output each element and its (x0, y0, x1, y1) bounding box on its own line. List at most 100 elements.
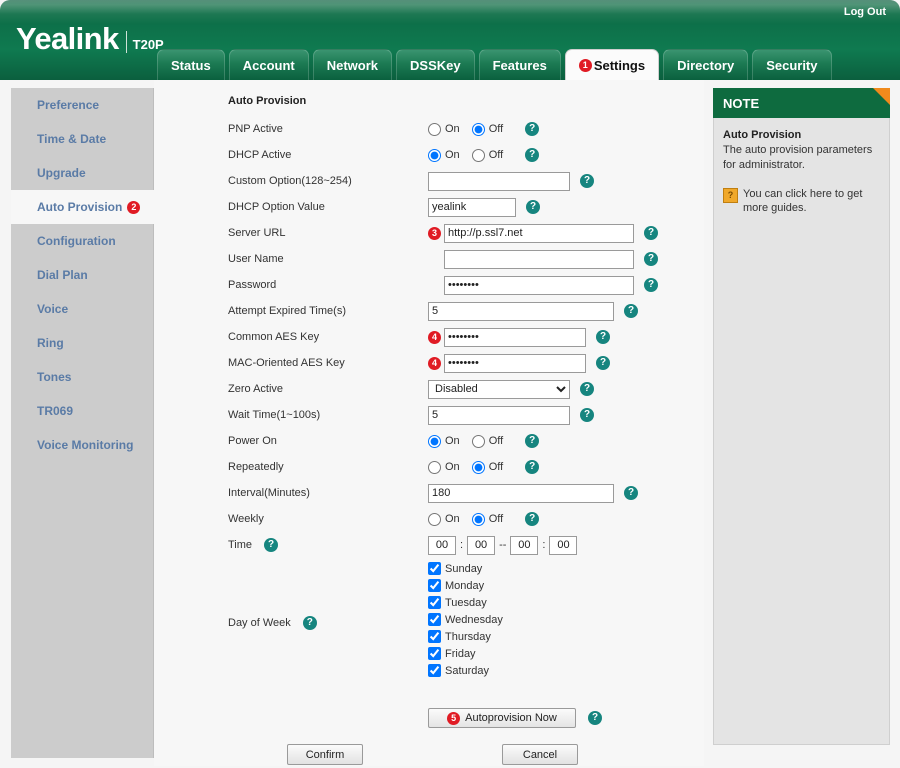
common-aes-key-input[interactable] (444, 327, 586, 347)
mac-aes-key-input[interactable] (444, 353, 586, 373)
logout-link[interactable]: Log Out (844, 6, 886, 18)
row-common-aes-key: Common AES Key 4 ? (154, 324, 704, 350)
question-icon[interactable]: ? (525, 460, 540, 474)
sidebar-item-ring[interactable]: Ring (11, 326, 153, 360)
radio-label-power-on-off[interactable]: Off (489, 435, 503, 447)
question-icon[interactable]: ? (644, 226, 658, 240)
time-start-hour-input[interactable] (428, 535, 456, 555)
question-icon[interactable]: ? (596, 330, 610, 344)
checkbox-label-monday[interactable]: Monday (445, 580, 484, 592)
radio-label-pnp-on[interactable]: On (445, 123, 460, 135)
custom-option-input[interactable] (428, 171, 570, 191)
radio-repeatedly-on[interactable] (428, 460, 441, 474)
radio-weekly-on[interactable] (428, 512, 441, 526)
tab-settings[interactable]: 1 Settings (564, 49, 660, 80)
note-link-text[interactable]: You can click here to get more guides. (743, 187, 880, 217)
question-icon[interactable]: ? (624, 304, 638, 318)
checkbox-label-wednesday[interactable]: Wednesday (445, 614, 503, 626)
cancel-button[interactable]: Cancel (502, 744, 578, 765)
interval-input[interactable] (428, 483, 614, 503)
question-icon[interactable]: ? (526, 200, 540, 214)
sidebar-item-voice-monitoring[interactable]: Voice Monitoring (11, 428, 153, 462)
day-checkbox-row: Wednesday (428, 611, 503, 628)
question-icon[interactable]: ? (596, 356, 610, 370)
radio-power-on-on[interactable] (428, 434, 441, 448)
tab-network[interactable]: Network (312, 49, 393, 80)
sidebar-item-auto-provision[interactable]: Auto Provision 2 (11, 190, 189, 224)
radio-power-on-off[interactable] (471, 434, 485, 448)
question-icon[interactable]: ? (580, 382, 594, 396)
question-icon[interactable]: ? (644, 252, 658, 266)
question-icon[interactable]: ? (644, 278, 658, 292)
sidebar-item-voice[interactable]: Voice (11, 292, 153, 326)
time-end-minute-input[interactable] (549, 535, 578, 555)
tab-dsskey[interactable]: DSSKey (396, 49, 475, 80)
checkbox-label-friday[interactable]: Friday (445, 648, 476, 660)
question-icon[interactable]: ? (580, 408, 594, 422)
radio-repeatedly-off[interactable] (471, 460, 485, 474)
wait-time-input[interactable] (428, 405, 570, 425)
question-icon[interactable]: ? (624, 486, 638, 500)
radio-label-repeatedly-off[interactable]: Off (489, 461, 503, 473)
sidebar-item-upgrade[interactable]: Upgrade (11, 156, 153, 190)
checkbox-label-saturday[interactable]: Saturday (445, 665, 489, 677)
checkbox-friday[interactable] (428, 647, 441, 660)
checkbox-wednesday[interactable] (428, 613, 441, 626)
sidebar-item-configuration[interactable]: Configuration (11, 224, 153, 258)
attempt-expired-time-input[interactable] (428, 301, 614, 321)
radio-label-dhcp-off[interactable]: Off (489, 149, 503, 161)
user-name-input[interactable] (444, 249, 634, 269)
autoprovision-now-button[interactable]: 5 Autoprovision Now (428, 708, 576, 728)
question-icon[interactable]: ? (525, 512, 540, 526)
tab-status[interactable]: Status (157, 49, 225, 80)
radio-label-weekly-off[interactable]: Off (489, 513, 503, 525)
sidebar-item-preference[interactable]: Preference (11, 88, 153, 122)
time-end-hour-input[interactable] (510, 535, 539, 555)
day-checkbox-row: Saturday (428, 662, 503, 679)
question-icon[interactable]: ? (264, 538, 279, 552)
tab-directory[interactable]: Directory (663, 49, 749, 80)
password-input[interactable] (444, 275, 634, 295)
question-icon[interactable]: ? (525, 148, 540, 162)
label-interval: Interval(Minutes) (228, 487, 310, 499)
radio-label-weekly-on[interactable]: On (445, 513, 460, 525)
server-url-input[interactable] (444, 223, 634, 243)
dhcp-option-value-input[interactable] (428, 197, 516, 217)
checkbox-label-sunday[interactable]: Sunday (445, 563, 482, 575)
zero-active-select[interactable]: Disabled (428, 379, 570, 399)
checkbox-tuesday[interactable] (428, 596, 441, 609)
question-icon[interactable]: ? (588, 711, 602, 725)
radio-dhcp-off[interactable] (471, 148, 485, 162)
sidebar-item-tr069[interactable]: TR069 (11, 394, 153, 428)
tab-account[interactable]: Account (228, 49, 309, 80)
radio-label-repeatedly-on[interactable]: On (445, 461, 460, 473)
tab-features[interactable]: Features (478, 49, 561, 80)
sidebar-item-tones[interactable]: Tones (11, 360, 153, 394)
checkbox-label-thursday[interactable]: Thursday (445, 631, 491, 643)
checkbox-monday[interactable] (428, 579, 441, 592)
radio-label-power-on-on[interactable]: On (445, 435, 460, 447)
question-icon[interactable]: ? (302, 616, 317, 630)
question-icon[interactable]: ? (580, 174, 594, 188)
radio-pnp-on[interactable] (428, 122, 441, 136)
time-start-minute-input[interactable] (467, 535, 496, 555)
radio-label-dhcp-on[interactable]: On (445, 149, 460, 161)
confirm-button[interactable]: Confirm (287, 744, 363, 765)
radio-weekly-off[interactable] (471, 512, 485, 526)
radio-dhcp-on[interactable] (428, 148, 441, 162)
question-icon[interactable]: ? (525, 122, 540, 136)
question-icon[interactable]: ? (525, 434, 540, 448)
checkbox-label-tuesday[interactable]: Tuesday (445, 597, 487, 609)
checkbox-saturday[interactable] (428, 664, 441, 677)
radio-label-pnp-off[interactable]: Off (489, 123, 503, 135)
checkbox-sunday[interactable] (428, 562, 441, 575)
help-question-icon[interactable]: ? (723, 187, 738, 203)
tab-security[interactable]: Security (752, 49, 832, 80)
sidebar-item-time-date[interactable]: Time & Date (11, 122, 153, 156)
day-checkbox-row: Tuesday (428, 594, 503, 611)
control-wait-time: ? (428, 405, 594, 425)
checkbox-thursday[interactable] (428, 630, 441, 643)
row-mac-aes-key: MAC-Oriented AES Key 4 ? (154, 350, 704, 376)
sidebar-item-dial-plan[interactable]: Dial Plan (11, 258, 153, 292)
radio-pnp-off[interactable] (471, 122, 485, 136)
